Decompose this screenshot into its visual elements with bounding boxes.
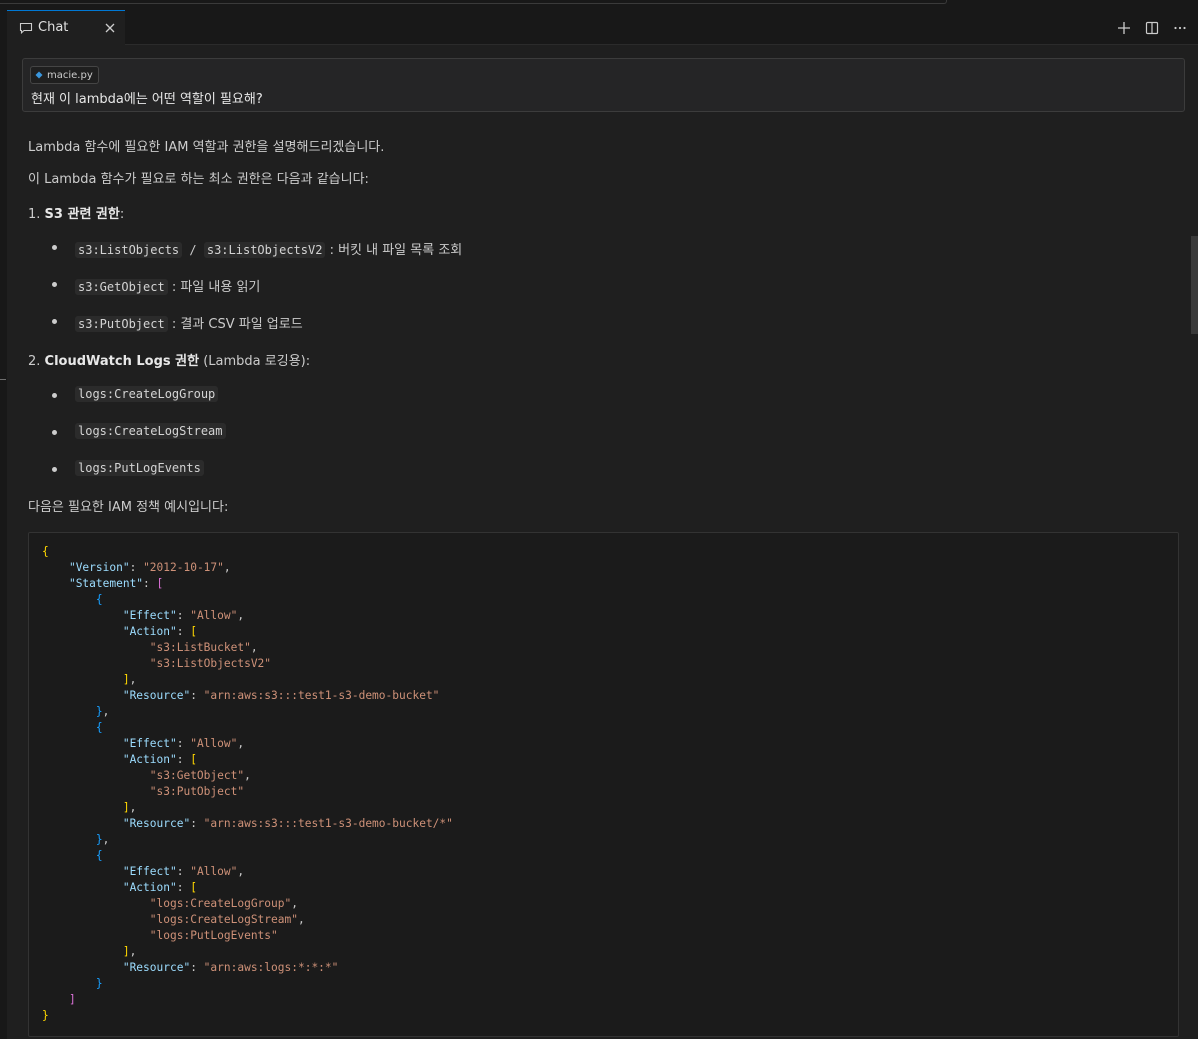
list-desc: : 파일 내용 읽기	[167, 280, 261, 295]
bullet	[52, 467, 57, 472]
policy-intro: 다음은 필요한 IAM 정책 예시입니다:	[28, 500, 229, 515]
split-editor-icon	[1145, 21, 1159, 34]
close-icon[interactable]	[103, 21, 117, 35]
chat-bubble-icon	[19, 22, 33, 34]
s3-heading-bold: S3 관련 권한	[44, 207, 120, 222]
more-actions-button[interactable]	[1170, 18, 1190, 38]
list-item: logs:PutLogEvents	[75, 460, 204, 476]
file-chip-label: macie.py	[47, 69, 93, 81]
list-desc: : 결과 CSV 파일 업로드	[167, 317, 303, 332]
response-intro: Lambda 함수에 필요한 IAM 역할과 권한을 설명해드리겠습니다.	[28, 140, 385, 155]
code-block[interactable]: { "Version": "2012-10-17", "Statement": …	[28, 532, 1179, 1037]
cw-heading-num: 2.	[28, 354, 45, 369]
sash-tick	[0, 379, 6, 380]
tab-chat[interactable]: Chat	[7, 10, 125, 45]
list-item: logs:CreateLogStream	[75, 423, 226, 439]
cw-heading: 2. CloudWatch Logs 권한 (Lambda 로깅용):	[28, 350, 310, 369]
chat-panel: macie.py 현재 이 lambda에는 어떤 역할이 필요해? Lambd…	[7, 45, 1198, 1039]
bullet	[52, 393, 57, 398]
tab-label: Chat	[38, 20, 69, 35]
bullet	[52, 430, 57, 435]
list-sep: /	[182, 243, 204, 257]
tab-bar: Chat	[7, 10, 1198, 45]
new-chat-button[interactable]	[1114, 18, 1134, 38]
tab-actions	[1114, 10, 1190, 45]
file-attachment-chip[interactable]: macie.py	[30, 66, 99, 84]
list-item: s3:GetObject : 파일 내용 읽기	[75, 276, 260, 295]
scrollbar-thumb[interactable]	[1191, 236, 1198, 334]
s3-heading-tail: :	[119, 207, 125, 222]
cw-heading-tail: (Lambda 로깅용):	[199, 354, 311, 369]
inline-code: s3:ListObjects	[75, 242, 183, 258]
s3-heading-num: 1.	[28, 207, 45, 222]
list-item: s3:PutObject : 결과 CSV 파일 업로드	[75, 313, 303, 332]
list-desc: : 버킷 내 파일 목록 조회	[325, 243, 463, 258]
python-file-icon	[35, 71, 43, 79]
code-content: { "Version": "2012-10-17", "Statement": …	[42, 545, 453, 1022]
bullet	[52, 245, 57, 250]
bullet	[52, 319, 57, 324]
inline-code: s3:ListObjectsV2	[203, 242, 326, 258]
inline-code: s3:PutObject	[75, 316, 168, 332]
inline-code: logs:CreateLogStream	[75, 423, 226, 439]
more-ellipsis-icon	[1174, 26, 1186, 29]
inline-code: logs:CreateLogGroup	[75, 386, 219, 402]
list-item: logs:CreateLogGroup	[75, 386, 219, 402]
plus-icon	[1118, 21, 1130, 34]
response-min-perms: 이 Lambda 함수가 필요로 하는 최소 권한은 다음과 같습니다:	[28, 172, 369, 187]
user-question: 현재 이 lambda에는 어떤 역할이 필요해?	[31, 92, 263, 107]
bullet	[52, 282, 57, 287]
user-message: macie.py 현재 이 lambda에는 어떤 역할이 필요해?	[22, 58, 1185, 112]
s3-heading: 1. S3 관련 권한:	[28, 203, 124, 222]
inline-code: logs:PutLogEvents	[75, 460, 204, 476]
left-edge	[0, 10, 7, 1039]
title-fragment	[0, 0, 947, 4]
list-item: s3:ListObjects / s3:ListObjectsV2 : 버킷 내…	[75, 239, 462, 258]
split-editor-button[interactable]	[1142, 18, 1162, 38]
inline-code: s3:GetObject	[75, 279, 168, 295]
cw-heading-bold: CloudWatch Logs 권한	[44, 354, 200, 369]
